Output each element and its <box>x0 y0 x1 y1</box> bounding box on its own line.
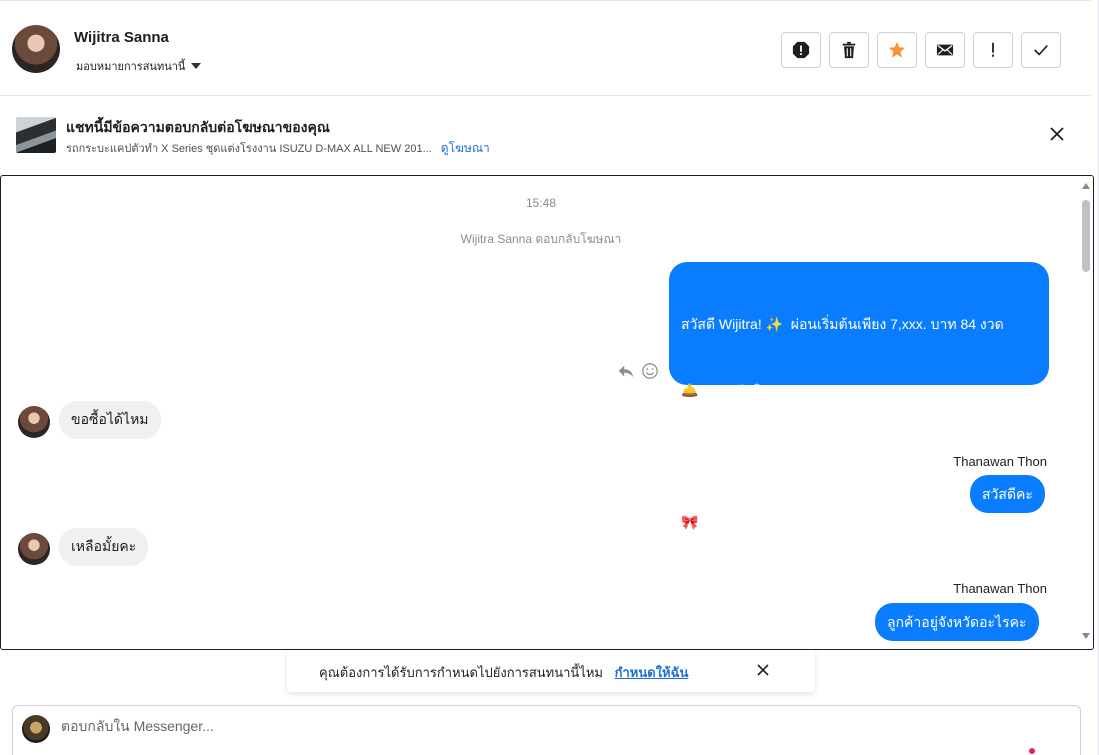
spam-icon <box>792 41 810 59</box>
header-actions <box>781 32 1061 68</box>
scroll-up-arrow-icon[interactable] <box>1082 183 1090 189</box>
caret-down-icon <box>191 63 202 69</box>
message-line: สวัสดี Wijitra! ✨ ผ่อนเริ่มต้นเพียง 7,xx… <box>681 316 1004 332</box>
page-avatar <box>22 715 50 743</box>
contact-avatar-small[interactable] <box>18 533 50 565</box>
sender-name: Thanawan Thon <box>953 581 1047 596</box>
assign-to-me-link[interactable]: กำหนดให้ฉัน <box>615 665 689 680</box>
sender-name: Thanawan Thon <box>953 454 1047 469</box>
assign-conversation-dropdown[interactable]: มอบหมายการสนทนานี้ <box>76 57 202 75</box>
scrollbar-thumb[interactable] <box>1082 200 1090 272</box>
conversation-header: Wijitra Sanna มอบหมายการสนทนานี้ <box>0 0 1091 96</box>
mark-spam-button[interactable] <box>781 32 821 68</box>
mark-done-button[interactable] <box>1021 32 1061 68</box>
chat-scrollbar[interactable] <box>1079 176 1093 648</box>
ad-banner-subtitle: รถกระบะแคปตัวทำ X Series ชุดแต่งโรงงาน I… <box>66 139 490 158</box>
message-tools <box>617 362 659 380</box>
message-thread[interactable]: 15:48 Wijitra Sanna ตอบกลับโฆษณา สวัสดี … <box>0 175 1094 650</box>
check-icon <box>1034 44 1048 56</box>
message-line: 🛎️ ราคาปกติ 399,000 บาท <box>681 382 846 398</box>
outgoing-message-bubble[interactable]: สวัสดีคะ <box>970 475 1045 513</box>
trash-icon <box>842 41 856 59</box>
ad-description: รถกระบะแคปตัวทำ X Series ชุดแต่งโรงงาน I… <box>66 143 432 155</box>
scroll-down-arrow-icon[interactable] <box>1082 633 1090 639</box>
view-ad-link[interactable]: ดูโฆษณา <box>441 141 490 155</box>
message-line: 🎀 เหลือเพียงราคา 369,000 บาท <box>681 514 884 530</box>
close-icon[interactable] <box>1046 123 1068 145</box>
mark-unread-button[interactable] <box>925 32 965 68</box>
mail-icon <box>936 44 954 56</box>
follow-up-button[interactable] <box>973 32 1013 68</box>
star-button[interactable] <box>877 32 917 68</box>
assign-reminder-toast: คุณต้องการได้รับการกำหนดไปยังการสนทนานี้… <box>287 650 815 692</box>
reply-icon[interactable] <box>617 362 635 380</box>
outgoing-message-bubble[interactable]: ลูกค้าอยู่จังหวัดอะไรคะ <box>875 603 1039 641</box>
contact-name[interactable]: Wijitra Sanna <box>74 29 169 46</box>
exclamation-icon <box>992 42 994 57</box>
emoji-reaction-icon[interactable] <box>641 362 659 380</box>
ad-reply-banner: แชทนี้มีข้อความตอบกลับต่อโฆษณาของคุณ รถก… <box>0 97 1091 173</box>
outgoing-message-bubble[interactable]: สวัสดี Wijitra! ✨ ผ่อนเริ่มต้นเพียง 7,xx… <box>669 262 1049 596</box>
message-composer <box>12 705 1081 755</box>
close-icon[interactable] <box>755 662 771 678</box>
incoming-message-bubble[interactable]: เหลือมั้ยคะ <box>59 528 149 566</box>
ad-banner-title: แชทนี้มีข้อความตอบกลับต่อโฆษณาของคุณ <box>66 119 330 135</box>
contact-avatar-small[interactable] <box>18 406 50 438</box>
message-timestamp: 15:48 <box>525 196 557 210</box>
reply-input[interactable] <box>61 718 961 734</box>
star-icon <box>888 41 906 58</box>
assign-label: มอบหมายการสนทนานี้ <box>76 61 186 73</box>
notification-dot <box>1029 748 1035 754</box>
ad-reply-event: Wijitra Sanna ตอบกลับโฆษณา <box>460 232 622 246</box>
delete-button[interactable] <box>829 32 869 68</box>
reminder-message: คุณต้องการได้รับการกำหนดไปยังการสนทนานี้… <box>319 665 603 680</box>
reminder-text-row: คุณต้องการได้รับการกำหนดไปยังการสนทนานี้… <box>319 662 688 683</box>
contact-avatar[interactable] <box>12 25 60 73</box>
messenger-conversation-panel: Wijitra Sanna มอบหมายการสนทนานี้ แชทนี้ม… <box>0 0 1099 755</box>
ad-thumbnail[interactable] <box>16 117 56 153</box>
incoming-message-bubble[interactable]: ขอซื้อได้ไหม <box>59 401 161 439</box>
